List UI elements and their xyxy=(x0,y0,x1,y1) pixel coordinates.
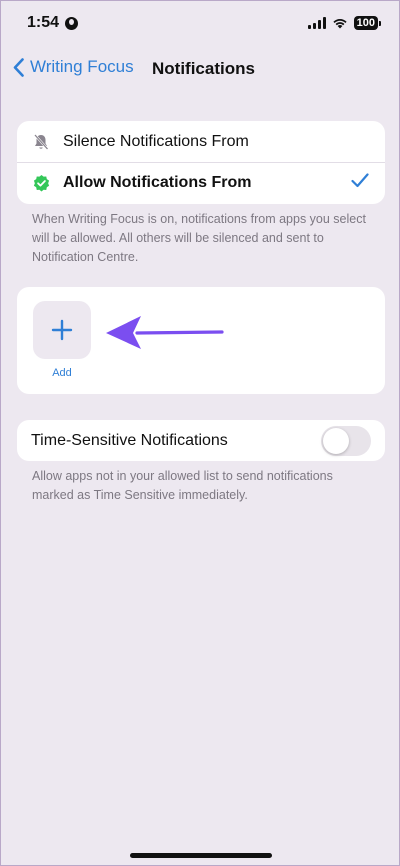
mode-footnote: When Writing Focus is on, notifications … xyxy=(32,212,366,264)
plus-icon xyxy=(51,319,73,341)
time-sensitive-footnote: Allow apps not in your allowed list to s… xyxy=(32,469,333,502)
notification-mode-card: Silence Notifications From Allow Notific… xyxy=(17,121,385,204)
back-button[interactable]: Writing Focus xyxy=(13,57,134,77)
home-indicator xyxy=(130,853,272,858)
add-app-button[interactable] xyxy=(33,301,91,359)
battery-level: 100 xyxy=(353,16,378,30)
battery-icon: 100 xyxy=(353,16,381,30)
status-time-group: 1:54 xyxy=(27,14,79,32)
cellular-signal-icon xyxy=(307,17,326,29)
status-bar: 1:54 100 xyxy=(1,1,399,45)
silence-notifications-label: Silence Notifications From xyxy=(63,132,249,150)
allow-notifications-option[interactable]: Allow Notifications From xyxy=(17,162,385,203)
page-title: Notifications xyxy=(152,59,255,78)
wifi-icon xyxy=(333,19,347,29)
focus-mode-icon xyxy=(65,16,79,30)
time-sensitive-row: Time-Sensitive Notifications xyxy=(17,420,385,461)
checkmark-icon xyxy=(351,173,369,193)
verified-badge-icon xyxy=(31,173,51,193)
time-sensitive-label: Time-Sensitive Notifications xyxy=(31,431,228,449)
annotation-arrow xyxy=(106,316,224,349)
navigation-bar: Writing Focus Notifications xyxy=(1,51,399,87)
silence-notifications-option[interactable]: Silence Notifications From xyxy=(17,121,385,162)
add-app-label: Add xyxy=(52,367,72,379)
back-button-label: Writing Focus xyxy=(30,57,134,76)
time-sensitive-toggle[interactable] xyxy=(321,425,371,456)
allow-notifications-label: Allow Notifications From xyxy=(63,174,252,191)
status-indicators: 100 xyxy=(307,16,381,30)
chevron-left-icon xyxy=(13,57,24,77)
status-time: 1:54 xyxy=(27,14,60,31)
bell-slash-icon xyxy=(31,132,51,152)
